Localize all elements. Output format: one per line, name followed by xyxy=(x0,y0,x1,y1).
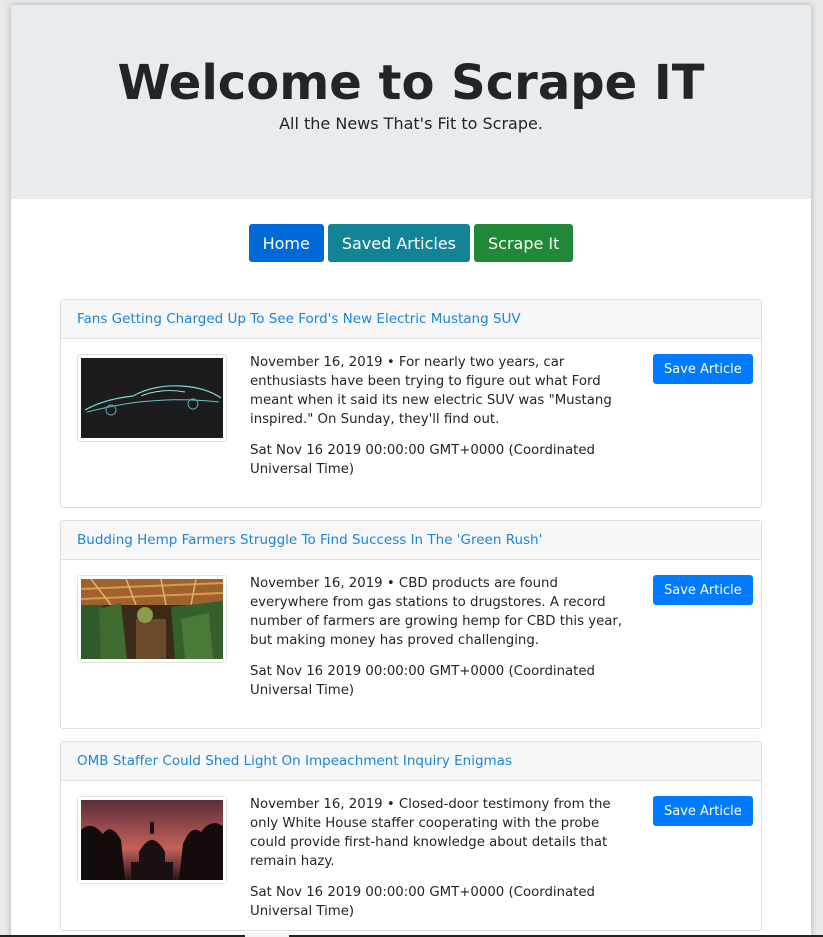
article-card: Fans Getting Charged Up To See Ford's Ne… xyxy=(60,299,762,508)
article-card: OMB Staffer Could Shed Light On Impeachm… xyxy=(60,741,762,931)
article-summary-block: November 16, 2019 • CBD products are fou… xyxy=(250,574,636,700)
article-summary-block: November 16, 2019 • For nearly two years… xyxy=(250,353,636,479)
nav-button-group: Home Saved Articles Scrape It xyxy=(11,224,811,262)
article-date: Sat Nov 16 2019 00:00:00 GMT+0000 (Coord… xyxy=(250,664,595,698)
save-article-button[interactable]: Save Article xyxy=(653,575,753,605)
article-summary-block: November 16, 2019 • Closed-door testimon… xyxy=(250,795,636,921)
save-article-button[interactable]: Save Article xyxy=(653,796,753,826)
article-card-header: Fans Getting Charged Up To See Ford's Ne… xyxy=(61,300,761,339)
article-summary: November 16, 2019 • CBD products are fou… xyxy=(250,576,623,648)
article-summary: November 16, 2019 • For nearly two years… xyxy=(250,355,612,427)
jumbotron: Welcome to Scrape IT All the News That's… xyxy=(11,5,811,199)
article-date: Sat Nov 16 2019 00:00:00 GMT+0000 (Coord… xyxy=(250,885,595,919)
save-article-button[interactable]: Save Article xyxy=(653,354,753,384)
page-title: Welcome to Scrape IT xyxy=(117,55,705,111)
article-title-link[interactable]: Fans Getting Charged Up To See Ford's Ne… xyxy=(77,311,521,327)
page-container: Welcome to Scrape IT All the News That's… xyxy=(11,5,811,937)
page-subtitle: All the News That's Fit to Scrape. xyxy=(279,114,543,133)
scroll-indicator xyxy=(245,933,289,937)
article-title-link[interactable]: Budding Hemp Farmers Struggle To Find Su… xyxy=(77,532,542,548)
article-card-header: OMB Staffer Could Shed Light On Impeachm… xyxy=(61,742,761,781)
article-card: Budding Hemp Farmers Struggle To Find Su… xyxy=(60,520,762,729)
article-card-header: Budding Hemp Farmers Struggle To Find Su… xyxy=(61,521,761,560)
car-outline-image xyxy=(81,358,223,438)
article-thumbnail[interactable] xyxy=(77,575,227,663)
article-title-link[interactable]: OMB Staffer Could Shed Light On Impeachm… xyxy=(77,753,512,769)
article-thumbnail[interactable] xyxy=(77,796,227,884)
hemp-greenhouse-image xyxy=(81,579,223,659)
saved-articles-button[interactable]: Saved Articles xyxy=(327,224,470,262)
article-summary: November 16, 2019 • Closed-door testimon… xyxy=(250,797,611,869)
capitol-dome-image xyxy=(81,800,223,880)
home-button[interactable]: Home xyxy=(248,224,324,262)
article-thumbnail[interactable] xyxy=(77,354,227,442)
scrape-it-button[interactable]: Scrape It xyxy=(474,224,574,262)
article-date: Sat Nov 16 2019 00:00:00 GMT+0000 (Coord… xyxy=(250,443,595,477)
